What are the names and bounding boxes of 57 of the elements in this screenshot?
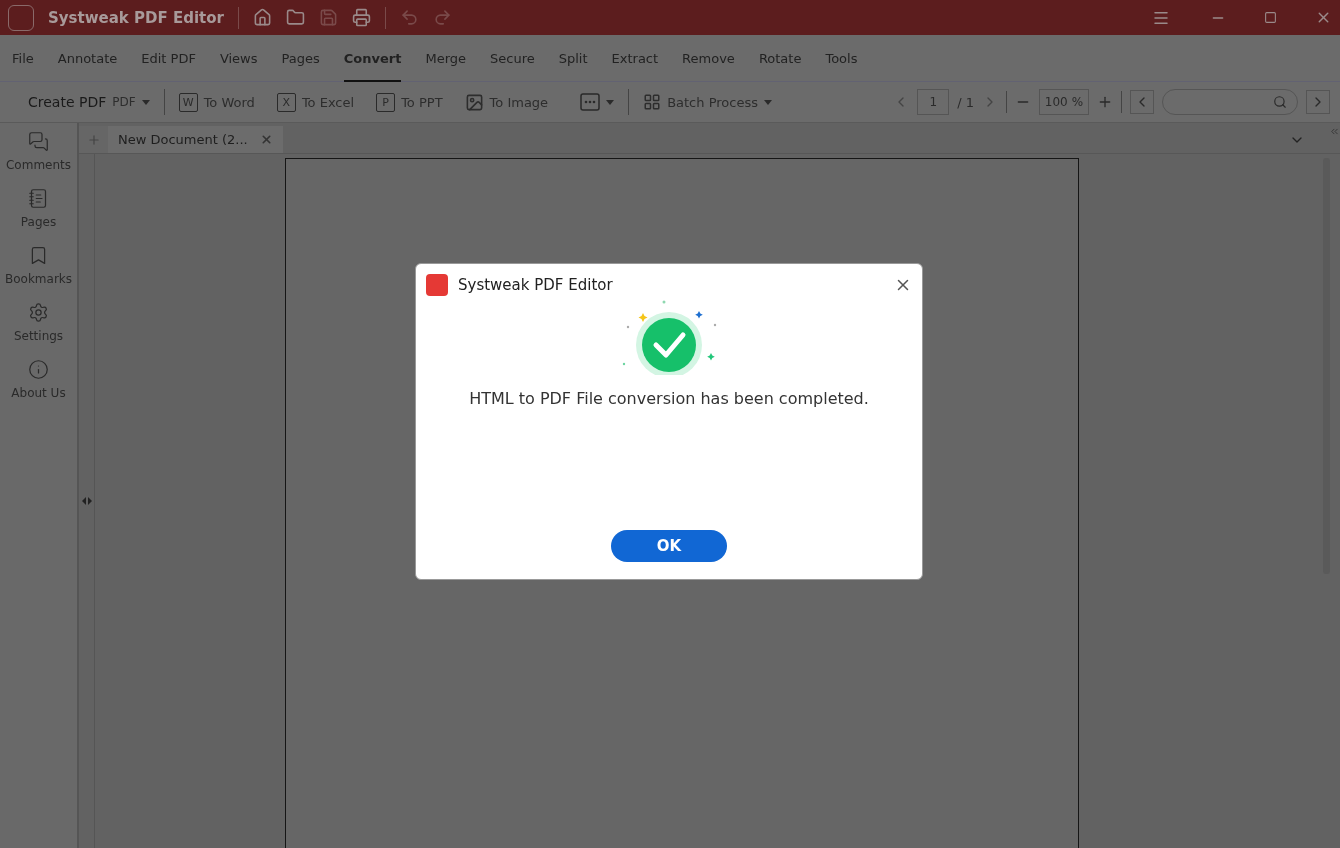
create-pdf-dropdown[interactable]: Create PDF PDF [22,94,156,110]
document-tab[interactable]: New Document (2... [108,126,283,153]
menu-tab[interactable]: Annotate [57,34,118,82]
splitter-handle-icon[interactable] [81,497,92,505]
document-icon: X [276,92,296,112]
page-number-field[interactable]: 1 [917,89,950,115]
home-icon[interactable] [252,8,272,27]
search-icon [1273,95,1287,109]
menu-tab[interactable]: Tools [825,34,858,82]
dialog-message: HTML to PDF File conversion has been completed. [469,389,869,408]
image-icon [464,92,484,112]
zoom-field[interactable]: 100 % [1039,89,1089,115]
menu-tab[interactable]: Pages [281,34,320,82]
plus-icon [86,132,101,147]
close-tab-icon[interactable] [260,133,273,146]
menu-tab[interactable]: Extract [611,34,659,82]
menu-tab[interactable]: Views [219,34,258,82]
convert-button[interactable]: X To Excel [270,92,361,112]
app-logo-icon [8,4,34,31]
document-icon: P [376,92,396,112]
search-next-button[interactable] [1306,90,1330,114]
sidebar-label[interactable]: About Us [11,386,66,400]
sidebar-label[interactable]: Pages [20,215,57,229]
menu-tab[interactable]: Remove [682,34,735,82]
convert-button[interactable]: W To Word [172,92,261,112]
convert-button[interactable]: P To PPT [370,92,449,112]
printer-icon[interactable] [351,8,371,27]
notebook-icon[interactable] [28,188,49,209]
search-previous-button[interactable] [1130,90,1154,114]
save-icon[interactable] [318,8,338,27]
app-logo-icon [426,274,448,296]
info-icon[interactable] [28,359,49,380]
maximize-icon[interactable] [1264,11,1277,24]
redo-icon[interactable] [432,8,452,27]
folder-icon[interactable] [285,8,305,27]
ok-button[interactable]: OK [611,530,727,562]
menu-tab[interactable]: Secure [490,34,535,82]
sidebar-label[interactable]: Comments [5,158,71,172]
menu-tab[interactable]: Merge [425,34,466,82]
menu-tab[interactable]: Edit PDF [141,34,196,82]
dialog-title: Systweak PDF Editor [458,276,614,294]
grid-icon [643,93,662,111]
menu-tab[interactable]: File [12,34,34,82]
page-total: / 1 [957,94,974,110]
sidebar-label[interactable]: Bookmarks [4,272,72,286]
menu-tab[interactable]: Split [558,34,588,82]
sidebar-label[interactable]: Settings [13,329,64,343]
settings-icon[interactable] [28,302,49,323]
zoom-in-icon[interactable] [1097,94,1113,110]
chat-icon[interactable] [28,131,49,152]
undo-icon[interactable] [399,8,419,27]
convert-button[interactable]: To Image [458,92,555,112]
batch-process-dropdown[interactable]: Batch Process [637,93,778,111]
menu-tab[interactable]: Rotate [758,34,802,82]
document-icon: W [178,92,198,112]
window-title: Systweak PDF Editor [48,8,224,27]
ellipsis-icon [580,93,601,111]
